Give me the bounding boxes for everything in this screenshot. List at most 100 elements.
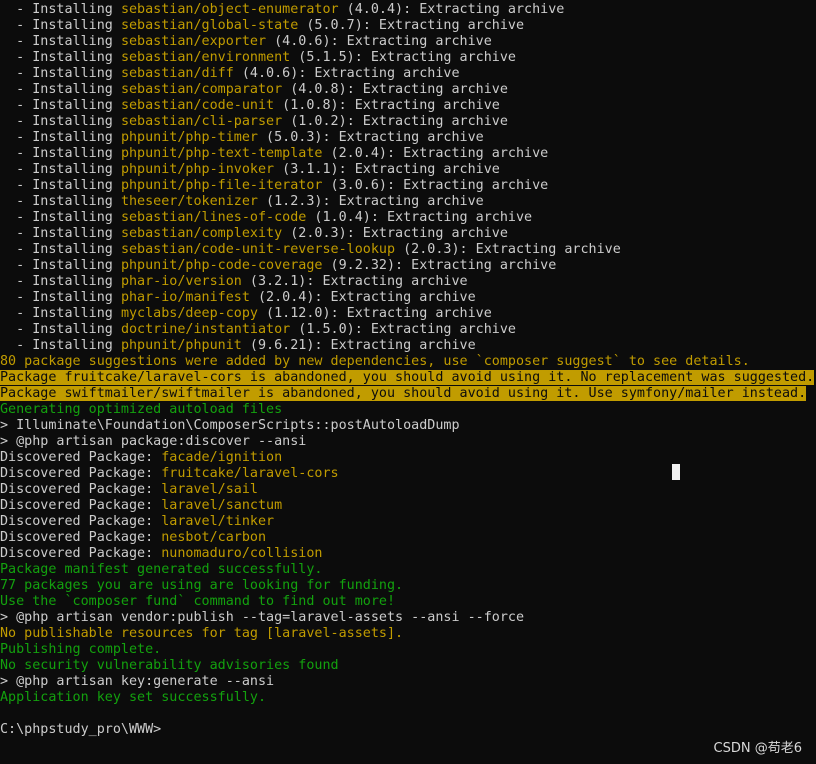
- package-version: (9.6.21): [241, 338, 315, 353]
- install-list: - Installing sebastian/object-enumerator…: [0, 2, 816, 354]
- package-version: (3.2.1): [241, 274, 307, 289]
- package-version: (2.0.4): [322, 146, 387, 161]
- install-status: : Extracting archive: [354, 50, 516, 65]
- package-version: (1.0.2): [282, 114, 347, 129]
- install-line: - Installing phpunit/php-code-coverage (…: [0, 258, 816, 274]
- install-status: : Extracting archive: [330, 34, 492, 49]
- discovered-line: Discovered Package: laravel/sanctum: [0, 498, 816, 514]
- install-status: : Extracting archive: [403, 2, 565, 17]
- warning-line-cors: Package fruitcake/laravel-cors is abando…: [0, 370, 816, 386]
- package-version: (1.0.8): [274, 98, 339, 113]
- install-line: - Installing sebastian/exporter (4.0.6):…: [0, 34, 816, 50]
- install-status: : Extracting archive: [306, 274, 468, 289]
- package-name: sebastian/diff: [120, 66, 234, 81]
- discovered-line: Discovered Package: fruitcake/laravel-co…: [0, 466, 816, 482]
- discovered-package-name: laravel/tinker: [161, 514, 275, 529]
- package-version: (4.0.8): [282, 82, 347, 97]
- install-line: - Installing sebastian/cli-parser (1.0.2…: [0, 114, 816, 130]
- install-prefix: - Installing: [0, 34, 121, 49]
- install-status: : Extracting archive: [322, 130, 484, 145]
- install-prefix: - Installing: [0, 274, 121, 289]
- install-line: - Installing phpunit/php-timer (5.0.3): …: [0, 130, 816, 146]
- package-name: sebastian/exporter: [120, 34, 267, 49]
- install-line: - Installing sebastian/complexity (2.0.3…: [0, 226, 816, 242]
- package-version: (5.0.7): [298, 18, 363, 33]
- package-version: (1.5.0): [290, 322, 355, 337]
- install-line: - Installing sebastian/comparator (4.0.8…: [0, 82, 816, 98]
- install-status: : Extracting archive: [346, 114, 508, 129]
- install-status: : Extracting archive: [346, 82, 508, 97]
- install-line: - Installing phar-io/version (3.2.1): Ex…: [0, 274, 816, 290]
- package-name: sebastian/cli-parser: [120, 114, 283, 129]
- discovered-package-name: laravel/sail: [161, 482, 258, 497]
- package-name: theseer/tokenizer: [120, 194, 258, 209]
- install-prefix: - Installing: [0, 178, 121, 193]
- package-name: phpunit/php-file-iterator: [120, 178, 323, 193]
- package-name: doctrine/instantiator: [120, 322, 291, 337]
- install-prefix: - Installing: [0, 82, 121, 97]
- package-version: (5.0.3): [258, 130, 323, 145]
- no-publishable-message: No publishable resources for tag [larave…: [0, 626, 404, 641]
- warning-line-swiftmailer: Package swiftmailer/swiftmailer is aband…: [0, 386, 816, 402]
- discovered-label: Discovered Package:: [0, 514, 162, 529]
- terminal-output: - Installing sebastian/object-enumerator…: [0, 2, 816, 738]
- install-prefix: - Installing: [0, 210, 121, 225]
- install-prefix: - Installing: [0, 18, 121, 33]
- install-line: - Installing sebastian/diff (4.0.6): Ext…: [0, 66, 816, 82]
- install-status: : Extracting archive: [338, 162, 500, 177]
- discovered-package-name: nesbot/carbon: [161, 530, 267, 545]
- install-status: : Extracting archive: [322, 194, 484, 209]
- install-status: : Extracting archive: [330, 306, 492, 321]
- discovered-label: Discovered Package:: [0, 498, 162, 513]
- package-version: (9.2.32): [322, 258, 396, 273]
- discovered-label: Discovered Package:: [0, 546, 162, 561]
- install-line: - Installing sebastian/environment (5.1.…: [0, 50, 816, 66]
- install-line: - Installing sebastian/global-state (5.0…: [0, 18, 816, 34]
- security-audit-message: No security vulnerability advisories fou…: [0, 658, 339, 673]
- install-prefix: - Installing: [0, 66, 121, 81]
- vendor-publish-command: > @php artisan vendor:publish --tag=lara…: [0, 610, 525, 625]
- install-prefix: - Installing: [0, 130, 121, 145]
- package-name: phpunit/phpunit: [120, 338, 242, 353]
- install-prefix: - Installing: [0, 258, 121, 273]
- install-status: : Extracting archive: [395, 258, 557, 273]
- package-version: (5.1.5): [290, 50, 355, 65]
- discover-command: > @php artisan package:discover --ansi: [0, 434, 307, 449]
- key-set-message: Application key set successfully.: [0, 690, 267, 705]
- discovered-label: Discovered Package:: [0, 482, 162, 497]
- discovered-label: Discovered Package:: [0, 450, 162, 465]
- abandoned-warning-swiftmailer: Package swiftmailer/swiftmailer is aband…: [0, 386, 807, 401]
- install-status: : Extracting archive: [338, 98, 500, 113]
- package-version: (1.12.0): [258, 306, 331, 321]
- install-line: - Installing myclabs/deep-copy (1.12.0):…: [0, 306, 816, 322]
- package-version: (2.0.3): [395, 242, 460, 257]
- install-status: : Extracting archive: [386, 178, 549, 193]
- discovered-package-name: fruitcake/laravel-cors: [161, 466, 339, 481]
- discovered-line: Discovered Package: nesbot/carbon: [0, 530, 816, 546]
- publishing-complete-message: Publishing complete.: [0, 642, 162, 657]
- install-line: - Installing phpunit/php-invoker (3.1.1)…: [0, 162, 816, 178]
- discovered-package-name: laravel/sanctum: [161, 498, 283, 513]
- package-name: sebastian/code-unit-reverse-lookup: [120, 242, 396, 257]
- install-prefix: - Installing: [0, 98, 121, 113]
- install-prefix: - Installing: [0, 322, 121, 337]
- install-prefix: - Installing: [0, 242, 121, 257]
- watermark: CSDN @苟老6: [713, 741, 802, 756]
- install-prefix: - Installing: [0, 2, 121, 17]
- discovered-package-name: facade/ignition: [161, 450, 283, 465]
- suggestions-message: 80 package suggestions were added by new…: [0, 354, 750, 369]
- package-name: phpunit/php-timer: [120, 130, 258, 145]
- package-name: phar-io/manifest: [120, 290, 250, 305]
- package-name: phpunit/php-text-template: [120, 146, 323, 161]
- funding-message: 77 packages you are using are looking fo…: [0, 578, 404, 593]
- package-name: sebastian/environment: [120, 50, 291, 65]
- package-version: (3.1.1): [274, 162, 339, 177]
- command-prompt[interactable]: C:\phpstudy_pro\WWW>: [0, 722, 816, 738]
- package-name: sebastian/object-enumerator: [120, 2, 339, 17]
- text-cursor: [672, 464, 680, 480]
- discovered-label: Discovered Package:: [0, 466, 162, 481]
- package-name: sebastian/comparator: [120, 82, 283, 97]
- manifest-success-message: Package manifest generated successfully.: [0, 562, 323, 577]
- package-name: sebastian/complexity: [120, 226, 283, 241]
- package-version: (2.0.3): [282, 226, 347, 241]
